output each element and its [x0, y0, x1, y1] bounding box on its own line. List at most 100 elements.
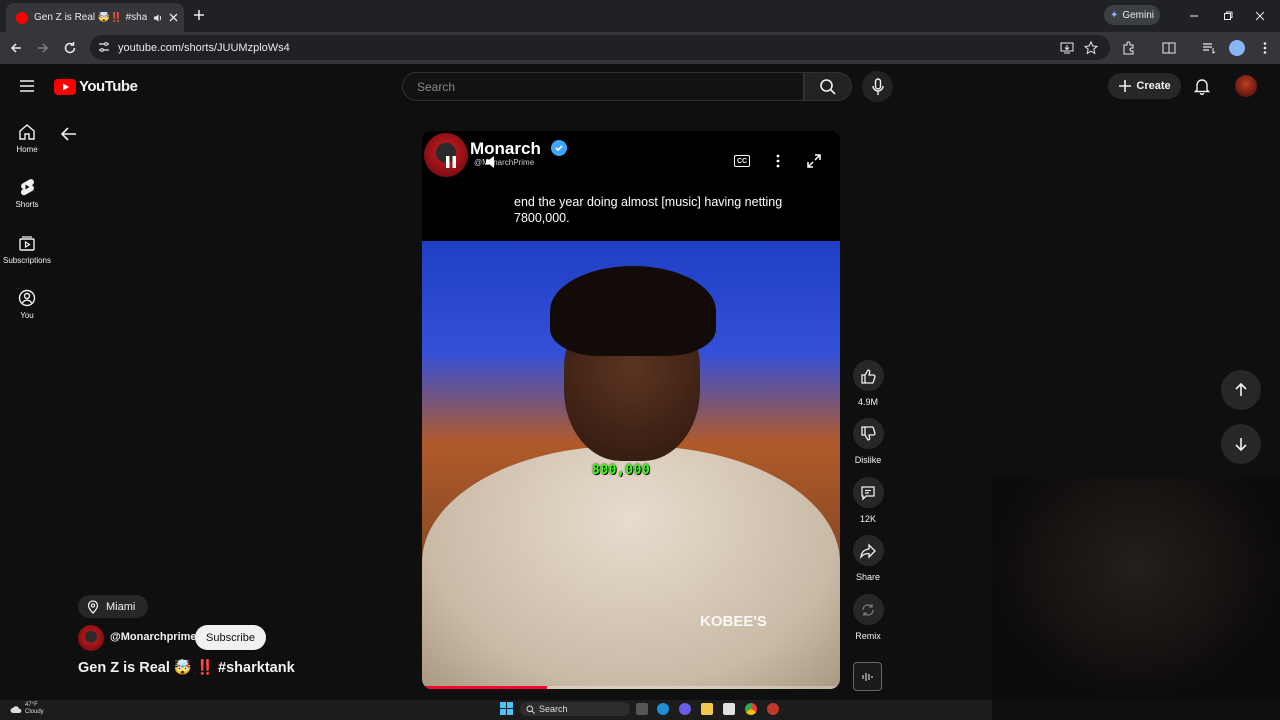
share-button[interactable]: Share — [848, 535, 888, 582]
address-bar[interactable]: youtube.com/shorts/JUUMzploWs4 — [90, 35, 1110, 60]
notifications-bell-icon[interactable] — [1194, 77, 1210, 95]
comment-icon — [861, 485, 875, 501]
short-title: Gen Z is Real 🤯 ‼️ #sharktank — [78, 660, 295, 676]
like-count: 4.9M — [857, 397, 878, 407]
sidebar-item-label: Home — [16, 145, 38, 154]
taskbar-search-label: Search — [539, 704, 568, 714]
taskbar-search[interactable]: Search — [520, 702, 630, 716]
browser-menu-icon[interactable] — [1257, 40, 1273, 56]
subscribe-button[interactable]: Subscribe — [195, 625, 266, 650]
shorts-video-player[interactable]: Monarch @MonarchPrime CC end the year do… — [422, 131, 840, 689]
location-chip[interactable]: Miami — [78, 595, 148, 618]
search-input[interactable]: Search — [402, 72, 804, 101]
comments-button[interactable]: 12K — [848, 477, 888, 524]
bookmark-star-icon[interactable] — [1083, 40, 1099, 56]
share-label: Share — [855, 572, 881, 582]
forward-icon[interactable] — [35, 40, 51, 56]
subscriptions-icon — [19, 236, 35, 251]
location-label: Miami — [106, 600, 136, 613]
dislike-label: Dislike — [854, 455, 882, 465]
edge-icon[interactable] — [657, 703, 669, 715]
next-short-button[interactable] — [1221, 424, 1261, 464]
channel-name[interactable]: Monarch — [470, 139, 541, 159]
url-text: youtube.com/shorts/JUUMzploWs4 — [118, 41, 290, 54]
voice-search-button[interactable] — [862, 71, 893, 102]
shorts-icon — [20, 179, 35, 196]
install-app-icon[interactable] — [1059, 40, 1075, 56]
hoodie-logo-text: KOBEE'S — [700, 613, 767, 630]
sidebar-item-subscriptions[interactable]: Subscriptions — [0, 234, 54, 265]
sidebar-item-you[interactable]: You — [0, 289, 54, 320]
minimize-icon[interactable] — [1186, 8, 1202, 24]
hamburger-menu-icon[interactable] — [19, 78, 35, 94]
thumbs-down-icon — [861, 425, 876, 441]
weather-condition: Cloudy — [25, 709, 44, 715]
tab-title: Gen Z is Real 🤯‼️ #sharktank — [34, 12, 147, 23]
gemini-sparkle-icon: ✦ — [1109, 9, 1119, 21]
pause-button[interactable] — [442, 153, 460, 171]
thumbs-up-icon — [861, 368, 876, 384]
copilot-icon[interactable] — [679, 703, 691, 715]
sidebar-item-home[interactable]: Home — [0, 123, 54, 154]
audio-track-button[interactable] — [853, 662, 882, 691]
new-tab-button[interactable] — [190, 6, 208, 24]
back-arrow-icon[interactable] — [60, 126, 78, 142]
location-pin-icon — [87, 599, 99, 614]
previous-short-button[interactable] — [1221, 370, 1261, 410]
split-view-icon[interactable] — [1161, 40, 1177, 56]
file-explorer-icon[interactable] — [701, 703, 713, 715]
window-close-icon[interactable] — [1252, 8, 1268, 24]
taskbar-app-icon[interactable] — [767, 703, 779, 715]
like-button[interactable]: 4.9M — [848, 360, 888, 407]
reload-icon[interactable] — [62, 40, 78, 56]
sidebar-item-label: Shorts — [15, 200, 39, 209]
remix-label: Remix — [855, 631, 881, 641]
tab-close-icon[interactable] — [169, 13, 178, 22]
next-short-preview — [992, 478, 1280, 700]
arrow-up-icon — [1235, 382, 1247, 396]
audio-wave-icon — [861, 672, 873, 681]
site-settings-icon[interactable] — [98, 41, 110, 53]
you-icon — [18, 289, 36, 307]
person-hoodie — [422, 446, 840, 689]
dislike-button[interactable]: Dislike — [848, 418, 888, 465]
gemini-button[interactable]: ✦ Gemini — [1104, 5, 1160, 25]
restore-icon[interactable] — [1220, 8, 1236, 24]
windows-start-icon[interactable] — [500, 702, 513, 715]
channel-avatar-small[interactable] — [78, 625, 104, 651]
remix-button[interactable]: Remix — [848, 594, 888, 641]
fullscreen-icon[interactable] — [806, 153, 822, 169]
more-options-icon[interactable] — [774, 153, 782, 169]
taskbar-search-icon — [526, 705, 535, 714]
weather-widget[interactable]: 47°F Cloudy — [10, 702, 44, 716]
task-view-icon[interactable] — [636, 703, 648, 715]
weather-temperature: 47°F — [25, 702, 38, 708]
comment-count: 12K — [859, 514, 876, 524]
plus-icon — [1119, 80, 1132, 92]
youtube-logo[interactable]: YouTube — [54, 78, 138, 95]
back-icon[interactable] — [8, 40, 24, 56]
captions-button[interactable]: CC — [734, 155, 750, 167]
profile-avatar[interactable] — [1229, 40, 1245, 56]
channel-handle-link[interactable]: @Monarchprime — [110, 631, 197, 643]
tab-audio-icon[interactable] — [153, 13, 163, 23]
share-icon — [860, 542, 876, 559]
extensions-icon[interactable] — [1121, 40, 1137, 56]
person-hair — [550, 266, 716, 356]
media-controls-icon[interactable] — [1201, 40, 1217, 56]
store-icon[interactable] — [723, 703, 735, 715]
sidebar-item-shorts[interactable]: Shorts — [0, 178, 54, 209]
browser-tab[interactable]: Gen Z is Real 🤯‼️ #sharktank — [6, 3, 184, 32]
volume-button[interactable] — [484, 153, 502, 171]
microphone-icon — [871, 77, 884, 95]
video-caption: end the year doing almost [music] having… — [514, 195, 783, 225]
chrome-icon[interactable] — [745, 703, 757, 715]
create-button[interactable]: Create — [1108, 73, 1181, 99]
video-overlay-number: 800,000 — [592, 463, 651, 478]
search-button[interactable] — [804, 72, 852, 101]
arrow-down-icon — [1235, 438, 1247, 452]
account-avatar[interactable] — [1235, 75, 1257, 97]
search-icon — [820, 78, 836, 95]
verified-badge-icon — [551, 140, 567, 156]
sidebar-item-label: Subscriptions — [2, 256, 52, 265]
